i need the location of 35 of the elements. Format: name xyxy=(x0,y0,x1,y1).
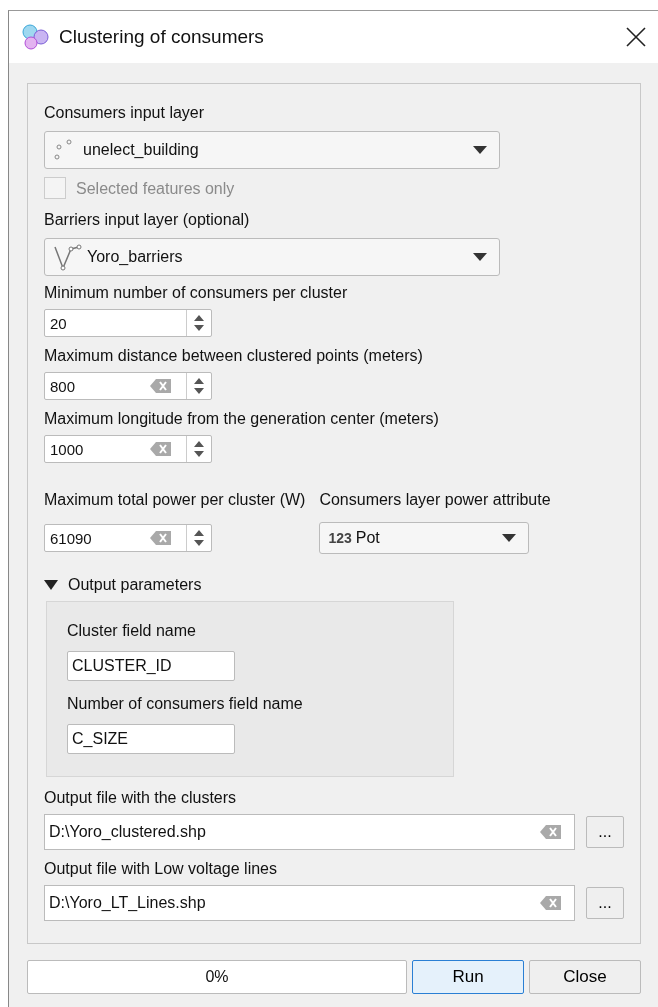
progress-text: 0% xyxy=(205,968,229,986)
browse-button[interactable]: ... xyxy=(586,816,624,848)
field-label: Minimum number of consumers per cluster xyxy=(44,283,349,303)
field-label: Cluster field name xyxy=(67,621,197,641)
field-label: Maximum total power per cluster (W) xyxy=(44,490,306,510)
field-label: Number of consumers field name xyxy=(67,694,304,714)
field-label: Maximum distance between clustered points (meters) xyxy=(44,346,424,366)
text-field[interactable]: CLUSTER_ID xyxy=(67,651,235,681)
number-value: 20 xyxy=(49,314,68,332)
attribute-dropdown[interactable]: 123 Pot xyxy=(319,522,530,554)
number-field[interactable]: 61090 xyxy=(44,524,212,552)
field-label: Consumers input layer xyxy=(44,103,206,123)
dialog-button[interactable]: Close xyxy=(529,960,641,994)
number-field[interactable]: 20 xyxy=(44,309,212,337)
file-path-field[interactable]: D:\Yoro_LT_Lines.shp xyxy=(44,885,575,921)
number-field[interactable]: 1000 xyxy=(44,435,212,463)
field-type-label: 123 xyxy=(328,530,352,546)
field-label: Maximum longitude from the generation center (meters) xyxy=(44,409,440,429)
window-title: Clustering of consumers xyxy=(59,26,265,48)
checkbox-label: Selected features only xyxy=(76,178,235,199)
field-label: Barriers input layer (optional) xyxy=(44,210,251,230)
field-label: Consumers layer power attribute xyxy=(319,490,551,510)
layer-dropdown[interactable]: Yoro_barriers xyxy=(44,238,500,276)
section-toggle[interactable]: Output parameters xyxy=(68,574,202,595)
number-field[interactable]: 800 xyxy=(44,372,212,400)
field-label: Output file with Low voltage lines xyxy=(44,859,278,879)
dialog-button[interactable]: Run xyxy=(412,960,524,994)
layer-dropdown[interactable]: unelect_building xyxy=(44,131,500,169)
field-label: Output file with the clusters xyxy=(44,788,238,808)
text-field[interactable]: C_SIZE xyxy=(67,724,235,754)
number-value: 800 xyxy=(49,377,77,395)
number-value: 1000 xyxy=(49,440,85,458)
browse-button[interactable]: ... xyxy=(586,887,624,919)
number-value: 61090 xyxy=(49,529,93,547)
file-path-field[interactable]: D:\Yoro_clustered.shp xyxy=(44,814,575,850)
